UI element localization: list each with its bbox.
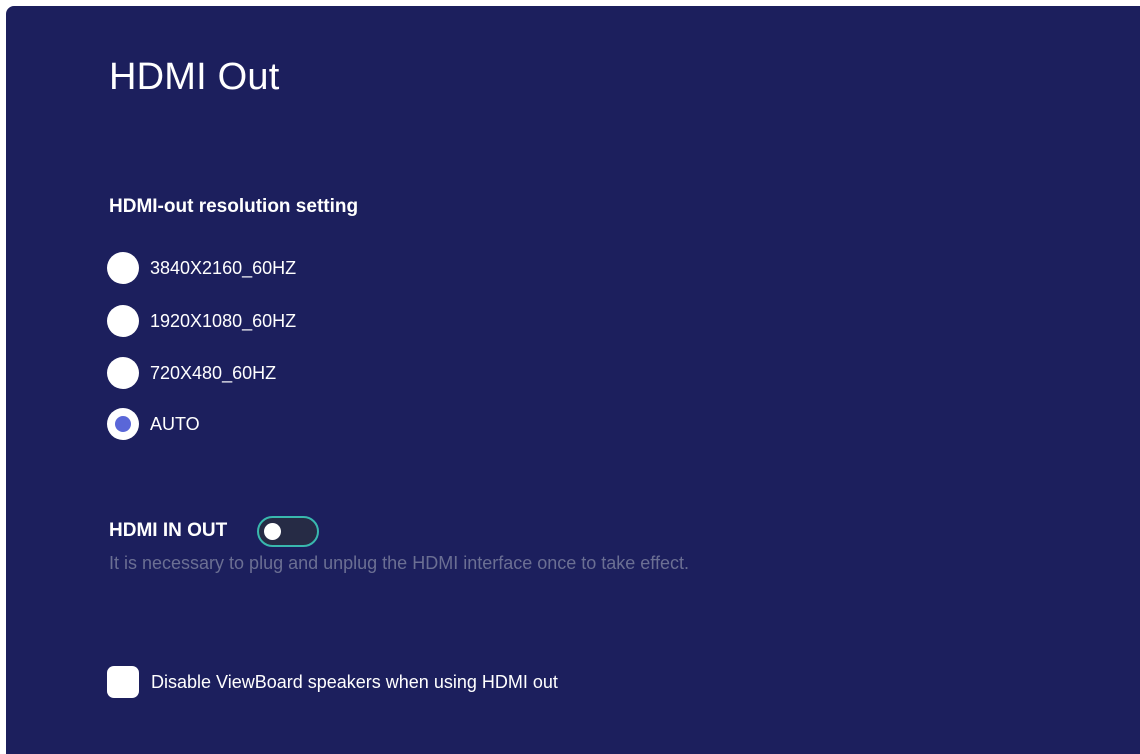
radio-button[interactable] [107, 357, 139, 389]
disable-speakers-option[interactable]: Disable ViewBoard speakers when using HD… [107, 665, 558, 699]
radio-button[interactable] [107, 305, 139, 337]
resolution-section-title: HDMI-out resolution setting [109, 196, 359, 217]
hdmi-in-out-hint: It is necessary to plug and unplug the H… [109, 553, 689, 573]
toggle-knob [264, 522, 282, 540]
resolution-option-1920x1080[interactable]: 1920X1080_60HZ [107, 304, 296, 338]
settings-panel: HDMI Out HDMI-out resolution setting 384… [6, 6, 1140, 754]
hdmi-in-out-toggle[interactable] [257, 515, 320, 547]
resolution-option-720x480[interactable]: 720X480_60HZ [107, 356, 276, 390]
resolution-option-label: 1920X1080_60HZ [150, 310, 297, 331]
resolution-option-3840x2160[interactable]: 3840X2160_60HZ [107, 251, 296, 285]
resolution-option-label: 3840X2160_60HZ [150, 257, 297, 278]
resolution-option-label: AUTO [150, 413, 200, 434]
radio-button-selected[interactable] [107, 408, 139, 440]
hdmi-in-out-row: HDMI IN OUT [109, 514, 320, 548]
hdmi-in-out-label: HDMI IN OUT [109, 520, 228, 541]
resolution-option-label: 720X480_60HZ [150, 362, 277, 383]
resolution-option-auto[interactable]: AUTO [107, 407, 200, 441]
disable-speakers-label: Disable ViewBoard speakers when using HD… [151, 671, 558, 692]
radio-button[interactable] [107, 252, 139, 284]
disable-speakers-checkbox[interactable] [107, 666, 139, 698]
page-title: HDMI Out [109, 56, 280, 98]
